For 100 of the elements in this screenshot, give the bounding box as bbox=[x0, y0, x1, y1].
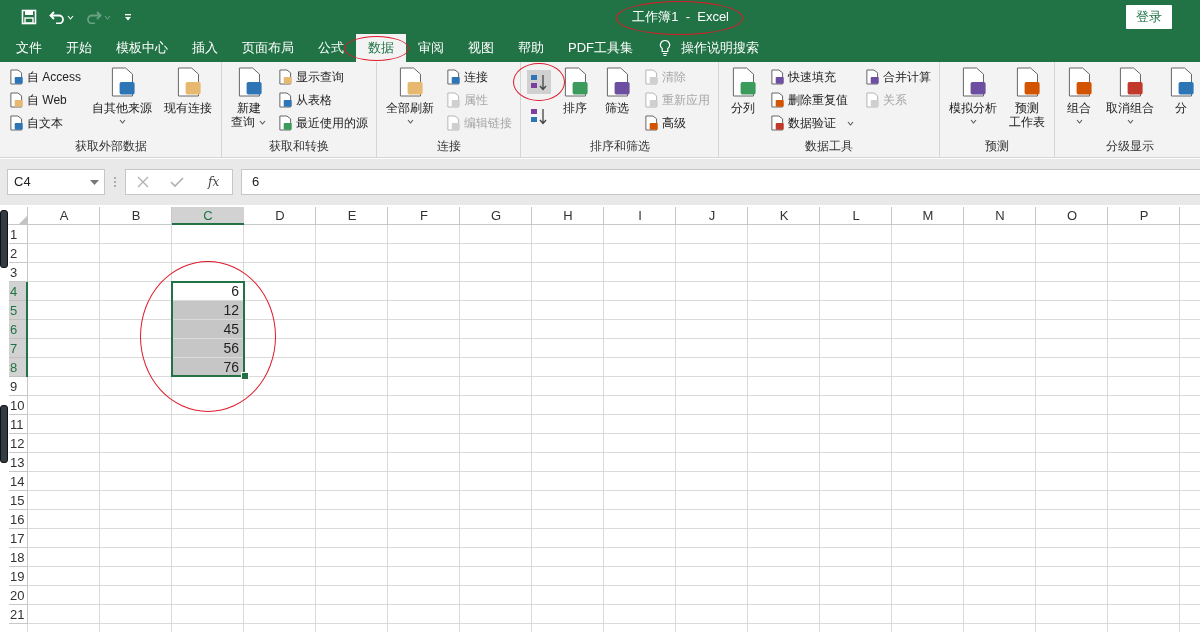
sort-button[interactable] bbox=[527, 70, 551, 94]
column-header[interactable]: F bbox=[388, 207, 460, 225]
ribbon-button[interactable]: 高级 bbox=[641, 113, 712, 133]
row-header[interactable]: 12 bbox=[9, 434, 28, 453]
ribbon-button[interactable]: 分 bbox=[1163, 66, 1199, 116]
ribbon-button[interactable]: 全部刷新 bbox=[383, 66, 437, 125]
ribbon-tab[interactable]: 模板中心 bbox=[104, 34, 180, 62]
ribbon-button[interactable]: 新建 查询 bbox=[228, 66, 269, 130]
ribbon-button[interactable]: 排序 bbox=[557, 66, 593, 116]
document-icon bbox=[8, 69, 24, 85]
dropdown-icon[interactable] bbox=[90, 179, 99, 185]
row-header[interactable]: 18 bbox=[9, 548, 28, 567]
side-handle[interactable] bbox=[0, 210, 8, 268]
fill-handle[interactable] bbox=[242, 373, 248, 379]
ribbon-button[interactable]: 自文本 bbox=[6, 113, 83, 133]
search-tell-me-field[interactable]: 操作说明搜索 bbox=[681, 38, 759, 58]
row-header[interactable]: 19 bbox=[9, 567, 28, 586]
row-header[interactable]: 17 bbox=[9, 529, 28, 548]
row-header[interactable]: 1 bbox=[9, 225, 28, 244]
ribbon-button[interactable]: 删除重复值 bbox=[767, 90, 856, 110]
column-header[interactable]: I bbox=[604, 207, 676, 225]
column-header[interactable]: J bbox=[676, 207, 748, 225]
row-header[interactable]: 9 bbox=[9, 377, 28, 396]
row-header[interactable]: 20 bbox=[9, 586, 28, 605]
document-icon bbox=[445, 92, 461, 108]
ribbon-button[interactable]: 自 Access bbox=[6, 67, 83, 87]
row-header[interactable]: 10 bbox=[9, 396, 28, 415]
ribbon-button[interactable]: 自 Web bbox=[6, 90, 83, 110]
ribbon-button[interactable]: 显示查询 bbox=[275, 67, 370, 87]
document-icon bbox=[277, 115, 293, 131]
table-cell: 56 bbox=[172, 339, 243, 357]
ribbon-button[interactable]: 取消组合 bbox=[1103, 66, 1157, 125]
column-header[interactable]: P bbox=[1108, 207, 1180, 225]
row-header[interactable]: 2 bbox=[9, 244, 28, 263]
side-handle[interactable] bbox=[0, 405, 8, 463]
row-header[interactable]: 11 bbox=[9, 415, 28, 434]
ribbon-tab[interactable]: 视图 bbox=[456, 34, 506, 62]
ribbon-tab[interactable]: 插入 bbox=[180, 34, 230, 62]
insert-function-button[interactable]: fx bbox=[206, 173, 222, 191]
row-header[interactable]: 3 bbox=[9, 263, 28, 282]
column-header[interactable]: L bbox=[820, 207, 892, 225]
document-icon bbox=[864, 69, 880, 85]
row-header[interactable]: 8 bbox=[9, 358, 28, 377]
ribbon-button[interactable]: 筛选 bbox=[599, 66, 635, 116]
ribbon-tab[interactable]: 文件 bbox=[4, 34, 54, 62]
column-header[interactable]: O bbox=[1036, 207, 1108, 225]
document-icon bbox=[277, 69, 293, 85]
ribbon-tab[interactable]: 开始 bbox=[54, 34, 104, 62]
row-header[interactable]: 16 bbox=[9, 510, 28, 529]
ribbon-button[interactable]: 现有连接 bbox=[161, 66, 215, 116]
column-header[interactable]: E bbox=[316, 207, 388, 225]
caret-icon[interactable] bbox=[847, 120, 854, 126]
column-header[interactable]: C bbox=[172, 207, 244, 225]
row-header[interactable]: 5 bbox=[9, 301, 28, 320]
ribbon-button[interactable]: 组合 bbox=[1061, 66, 1097, 125]
ribbon-button[interactable]: 从表格 bbox=[275, 90, 370, 110]
row-header[interactable]: 14 bbox=[9, 472, 28, 491]
login-button[interactable]: 登录 bbox=[1126, 5, 1172, 29]
column-header[interactable]: N bbox=[964, 207, 1036, 225]
formula-field[interactable]: 6 bbox=[241, 169, 1200, 195]
ribbon-tab[interactable]: 帮助 bbox=[506, 34, 556, 62]
row-header[interactable]: 4 bbox=[9, 282, 28, 301]
row-header[interactable]: 6 bbox=[9, 320, 28, 339]
ribbon-tab[interactable]: 公式 bbox=[306, 34, 356, 62]
ribbon-button[interactable]: 自其他来源 bbox=[89, 66, 155, 125]
column-header[interactable]: A bbox=[28, 207, 100, 225]
ribbon-button[interactable]: 预测 工作表 bbox=[1006, 66, 1048, 130]
column-header[interactable]: M bbox=[892, 207, 964, 225]
ribbon-tab[interactable]: PDF工具集 bbox=[556, 34, 645, 62]
column-header[interactable]: K bbox=[748, 207, 820, 225]
column-header[interactable]: H bbox=[532, 207, 604, 225]
window-title: 工作簿1 - Excel bbox=[632, 8, 729, 27]
column-header[interactable]: G bbox=[460, 207, 532, 225]
ribbon-button[interactable]: 数据验证 bbox=[767, 113, 856, 133]
column-header[interactable]: D bbox=[244, 207, 316, 225]
caret-icon[interactable] bbox=[118, 119, 126, 124]
caret-icon[interactable] bbox=[1075, 119, 1083, 124]
undo-icon[interactable] bbox=[49, 10, 65, 24]
caret-icon[interactable] bbox=[969, 119, 977, 124]
ribbon-tab[interactable]: 数据 bbox=[356, 34, 406, 62]
row-header[interactable]: 15 bbox=[9, 491, 28, 510]
caret-icon[interactable] bbox=[1126, 119, 1134, 124]
ribbon-button[interactable]: 模拟分析 bbox=[946, 66, 1000, 125]
drag-handle-icon[interactable] bbox=[113, 175, 117, 189]
ribbon-button[interactable]: 连接 bbox=[443, 67, 514, 87]
ribbon-button[interactable]: 分列 bbox=[725, 66, 761, 116]
caret-icon[interactable] bbox=[406, 119, 414, 124]
row-header[interactable]: 7 bbox=[9, 339, 28, 358]
ribbon-button[interactable]: 快速填充 bbox=[767, 67, 856, 87]
ribbon-tab[interactable]: 页面布局 bbox=[230, 34, 306, 62]
caret-icon[interactable] bbox=[259, 119, 266, 125]
ribbon-button[interactable]: 最近使用的源 bbox=[275, 113, 370, 133]
ribbon-tab[interactable]: 审阅 bbox=[406, 34, 456, 62]
row-header[interactable]: 21 bbox=[9, 605, 28, 624]
document-icon bbox=[8, 92, 24, 108]
ribbon-button[interactable]: 合并计算 bbox=[862, 67, 933, 87]
group-label: 获取外部数据 bbox=[74, 139, 147, 153]
row-header[interactable]: 13 bbox=[9, 453, 28, 472]
name-box[interactable]: C4 bbox=[7, 169, 105, 195]
column-header[interactable]: B bbox=[100, 207, 172, 225]
